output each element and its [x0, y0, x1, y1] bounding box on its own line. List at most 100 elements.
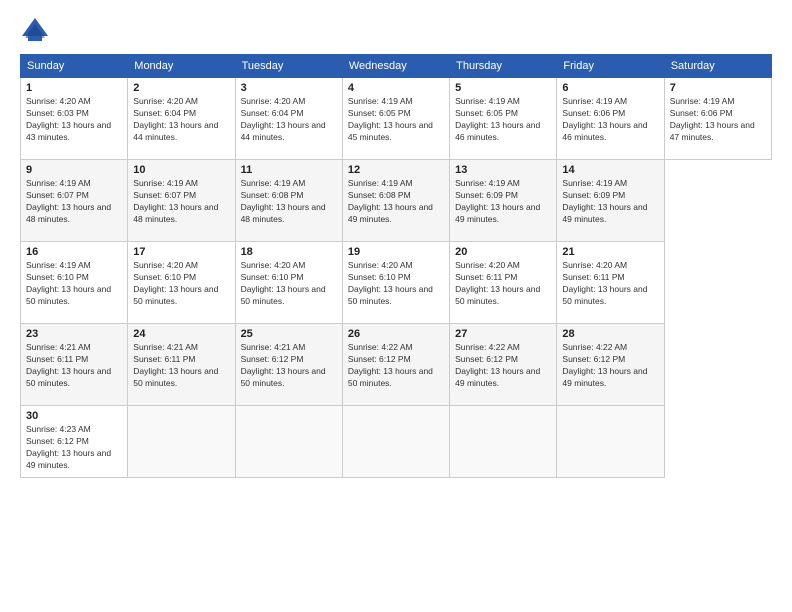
day-number: 24 [133, 328, 229, 340]
calendar-week-row-5: 30 Sunrise: 4:23 AMSunset: 6:12 PMDaylig… [21, 406, 772, 478]
day-number: 25 [241, 328, 337, 340]
calendar-cell [342, 406, 449, 478]
day-number: 27 [455, 328, 551, 340]
day-number: 5 [455, 82, 551, 94]
calendar-cell: 24 Sunrise: 4:21 AMSunset: 6:11 PMDaylig… [128, 324, 235, 406]
calendar-header-monday: Monday [128, 55, 235, 78]
day-number: 13 [455, 164, 551, 176]
day-details: Sunrise: 4:20 AMSunset: 6:04 PMDaylight:… [133, 96, 229, 144]
day-number: 4 [348, 82, 444, 94]
header [20, 16, 772, 44]
calendar-header-wednesday: Wednesday [342, 55, 449, 78]
day-number: 7 [670, 82, 766, 94]
day-number: 20 [455, 246, 551, 258]
day-details: Sunrise: 4:19 AMSunset: 6:05 PMDaylight:… [348, 96, 444, 144]
day-details: Sunrise: 4:21 AMSunset: 6:11 PMDaylight:… [26, 342, 122, 390]
day-details: Sunrise: 4:19 AMSunset: 6:08 PMDaylight:… [241, 178, 337, 226]
day-number: 17 [133, 246, 229, 258]
calendar-cell [450, 406, 557, 478]
logo-icon [20, 16, 50, 44]
day-details: Sunrise: 4:22 AMSunset: 6:12 PMDaylight:… [562, 342, 658, 390]
day-number: 12 [348, 164, 444, 176]
day-number: 11 [241, 164, 337, 176]
day-details: Sunrise: 4:20 AMSunset: 6:03 PMDaylight:… [26, 96, 122, 144]
day-details: Sunrise: 4:19 AMSunset: 6:10 PMDaylight:… [26, 260, 122, 308]
calendar-header-saturday: Saturday [664, 55, 771, 78]
day-number: 14 [562, 164, 658, 176]
calendar-cell [235, 406, 342, 478]
day-details: Sunrise: 4:22 AMSunset: 6:12 PMDaylight:… [348, 342, 444, 390]
calendar-cell: 12 Sunrise: 4:19 AMSunset: 6:08 PMDaylig… [342, 160, 449, 242]
calendar-week-row-4: 23 Sunrise: 4:21 AMSunset: 6:11 PMDaylig… [21, 324, 772, 406]
calendar-week-row-3: 16 Sunrise: 4:19 AMSunset: 6:10 PMDaylig… [21, 242, 772, 324]
day-number: 19 [348, 246, 444, 258]
calendar-header-tuesday: Tuesday [235, 55, 342, 78]
calendar-cell: 2 Sunrise: 4:20 AMSunset: 6:04 PMDayligh… [128, 78, 235, 160]
day-details: Sunrise: 4:19 AMSunset: 6:06 PMDaylight:… [670, 96, 766, 144]
calendar-header-friday: Friday [557, 55, 664, 78]
calendar-cell: 30 Sunrise: 4:23 AMSunset: 6:12 PMDaylig… [21, 406, 128, 478]
calendar-cell: 1 Sunrise: 4:20 AMSunset: 6:03 PMDayligh… [21, 78, 128, 160]
day-details: Sunrise: 4:19 AMSunset: 6:08 PMDaylight:… [348, 178, 444, 226]
day-details: Sunrise: 4:19 AMSunset: 6:05 PMDaylight:… [455, 96, 551, 144]
day-details: Sunrise: 4:20 AMSunset: 6:04 PMDaylight:… [241, 96, 337, 144]
calendar-cell: 17 Sunrise: 4:20 AMSunset: 6:10 PMDaylig… [128, 242, 235, 324]
day-number: 16 [26, 246, 122, 258]
day-details: Sunrise: 4:20 AMSunset: 6:11 PMDaylight:… [455, 260, 551, 308]
day-details: Sunrise: 4:20 AMSunset: 6:10 PMDaylight:… [241, 260, 337, 308]
calendar-cell: 7 Sunrise: 4:19 AMSunset: 6:06 PMDayligh… [664, 78, 771, 160]
calendar-cell [557, 406, 664, 478]
day-number: 21 [562, 246, 658, 258]
calendar-cell: 14 Sunrise: 4:19 AMSunset: 6:09 PMDaylig… [557, 160, 664, 242]
day-number: 1 [26, 82, 122, 94]
day-details: Sunrise: 4:22 AMSunset: 6:12 PMDaylight:… [455, 342, 551, 390]
day-number: 3 [241, 82, 337, 94]
day-details: Sunrise: 4:19 AMSunset: 6:09 PMDaylight:… [562, 178, 658, 226]
calendar-cell: 4 Sunrise: 4:19 AMSunset: 6:05 PMDayligh… [342, 78, 449, 160]
calendar-cell: 9 Sunrise: 4:19 AMSunset: 6:07 PMDayligh… [21, 160, 128, 242]
day-details: Sunrise: 4:20 AMSunset: 6:11 PMDaylight:… [562, 260, 658, 308]
calendar-header-sunday: Sunday [21, 55, 128, 78]
calendar-cell: 5 Sunrise: 4:19 AMSunset: 6:05 PMDayligh… [450, 78, 557, 160]
calendar-cell: 19 Sunrise: 4:20 AMSunset: 6:10 PMDaylig… [342, 242, 449, 324]
day-details: Sunrise: 4:19 AMSunset: 6:07 PMDaylight:… [133, 178, 229, 226]
day-number: 6 [562, 82, 658, 94]
day-number: 10 [133, 164, 229, 176]
logo [20, 16, 54, 44]
page: SundayMondayTuesdayWednesdayThursdayFrid… [0, 0, 792, 612]
calendar-cell: 25 Sunrise: 4:21 AMSunset: 6:12 PMDaylig… [235, 324, 342, 406]
calendar-cell: 28 Sunrise: 4:22 AMSunset: 6:12 PMDaylig… [557, 324, 664, 406]
day-number: 9 [26, 164, 122, 176]
day-details: Sunrise: 4:19 AMSunset: 6:09 PMDaylight:… [455, 178, 551, 226]
day-details: Sunrise: 4:19 AMSunset: 6:07 PMDaylight:… [26, 178, 122, 226]
calendar-cell: 18 Sunrise: 4:20 AMSunset: 6:10 PMDaylig… [235, 242, 342, 324]
calendar-cell: 27 Sunrise: 4:22 AMSunset: 6:12 PMDaylig… [450, 324, 557, 406]
day-number: 2 [133, 82, 229, 94]
calendar-header-row: SundayMondayTuesdayWednesdayThursdayFrid… [21, 55, 772, 78]
calendar-cell [128, 406, 235, 478]
calendar-cell: 13 Sunrise: 4:19 AMSunset: 6:09 PMDaylig… [450, 160, 557, 242]
calendar-cell: 10 Sunrise: 4:19 AMSunset: 6:07 PMDaylig… [128, 160, 235, 242]
calendar-week-row-2: 9 Sunrise: 4:19 AMSunset: 6:07 PMDayligh… [21, 160, 772, 242]
calendar-cell: 16 Sunrise: 4:19 AMSunset: 6:10 PMDaylig… [21, 242, 128, 324]
calendar-cell: 3 Sunrise: 4:20 AMSunset: 6:04 PMDayligh… [235, 78, 342, 160]
day-details: Sunrise: 4:21 AMSunset: 6:12 PMDaylight:… [241, 342, 337, 390]
day-number: 30 [26, 410, 122, 422]
calendar-cell: 26 Sunrise: 4:22 AMSunset: 6:12 PMDaylig… [342, 324, 449, 406]
calendar-header-thursday: Thursday [450, 55, 557, 78]
calendar-cell: 20 Sunrise: 4:20 AMSunset: 6:11 PMDaylig… [450, 242, 557, 324]
calendar-cell: 11 Sunrise: 4:19 AMSunset: 6:08 PMDaylig… [235, 160, 342, 242]
calendar-cell: 21 Sunrise: 4:20 AMSunset: 6:11 PMDaylig… [557, 242, 664, 324]
calendar-cell: 23 Sunrise: 4:21 AMSunset: 6:11 PMDaylig… [21, 324, 128, 406]
day-number: 23 [26, 328, 122, 340]
calendar-cell: 6 Sunrise: 4:19 AMSunset: 6:06 PMDayligh… [557, 78, 664, 160]
calendar-week-row-1: 1 Sunrise: 4:20 AMSunset: 6:03 PMDayligh… [21, 78, 772, 160]
day-details: Sunrise: 4:20 AMSunset: 6:10 PMDaylight:… [348, 260, 444, 308]
day-number: 28 [562, 328, 658, 340]
calendar-table: SundayMondayTuesdayWednesdayThursdayFrid… [20, 54, 772, 478]
day-number: 26 [348, 328, 444, 340]
day-details: Sunrise: 4:21 AMSunset: 6:11 PMDaylight:… [133, 342, 229, 390]
day-details: Sunrise: 4:19 AMSunset: 6:06 PMDaylight:… [562, 96, 658, 144]
day-details: Sunrise: 4:20 AMSunset: 6:10 PMDaylight:… [133, 260, 229, 308]
day-details: Sunrise: 4:23 AMSunset: 6:12 PMDaylight:… [26, 424, 122, 472]
